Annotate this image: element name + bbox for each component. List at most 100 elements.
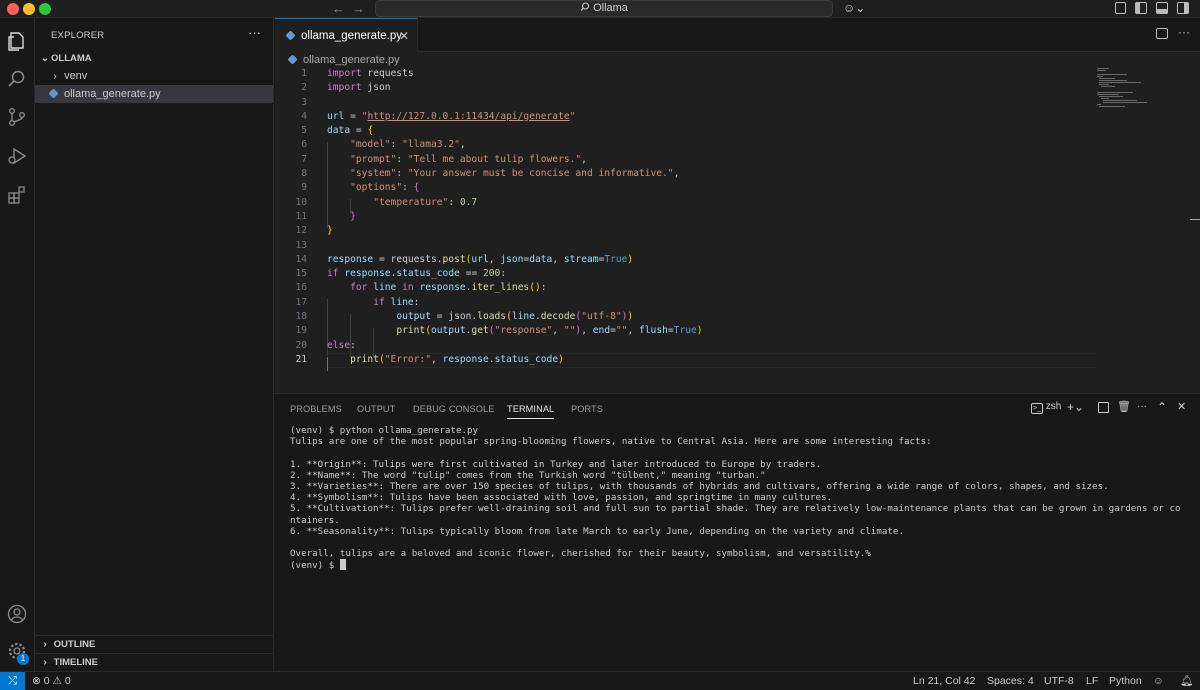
copilot-status-icon[interactable]: ☺ [1153,672,1164,690]
warning-count: 0 [64,675,71,687]
code-line: response = requests.post(url, json=data,… [327,253,634,265]
terminal-line: Overall, tulips are a beloved and iconic… [290,548,871,560]
customize-layout-icon[interactable] [1115,2,1126,14]
code-line: data = { [327,125,374,137]
tree-item-venv[interactable]: › venv [35,67,273,85]
error-icon: ⊗ [32,675,41,687]
code-line: print(output.get("response", ""), end=""… [396,325,703,337]
close-panel-icon[interactable]: ✕ [1177,400,1186,413]
more-actions-icon[interactable]: ··· [248,25,261,40]
run-debug-icon[interactable] [6,145,28,167]
shell-name: zsh [1045,401,1062,412]
code-line: } [350,210,356,222]
close-window-button[interactable] [7,3,19,15]
terminal-line: (venv) $ [290,559,1195,571]
code-line: "model": "llama3.2", [350,139,466,151]
minimap[interactable] [1095,67,1185,107]
remote-indicator-icon[interactable]: ⤮ [0,672,25,690]
command-center-search[interactable]: Ollama [375,0,833,17]
python-file-icon [48,88,59,99]
code-line: "options": { [350,182,420,194]
code-line: import json [327,82,391,94]
split-terminal-icon[interactable] [1098,402,1109,413]
code-line: "temperature": 0.7 [373,196,478,208]
code-line: if line: [373,296,420,308]
breadcrumb-file: ollama_generate.py [303,54,400,66]
chevron-right-icon: › [53,71,57,82]
bottom-panel: PROBLEMS OUTPUT DEBUG CONSOLE TERMINAL P… [275,393,1200,671]
editor-area: ollama_generate.py ✕ ··· ollama_generate… [275,18,1200,393]
code-editor[interactable]: 1 import requests 2 import json 3 4 url = "… [275,67,1095,367]
tab-terminal[interactable]: TERMINAL [507,402,555,419]
tab-output[interactable]: OUTPUT [357,402,395,416]
tab-ollama-generate-py[interactable]: ollama_generate.py ✕ [275,18,418,52]
python-file-icon [285,30,296,41]
forward-arrow-icon[interactable]: → [352,0,365,17]
toggle-secondary-sidebar-icon[interactable] [1177,2,1189,14]
search-view-icon[interactable] [6,68,28,90]
title-bar: ← → Ollama ☺⌄ [0,0,1200,18]
workspace-folder-ollama[interactable]: ⌄ OLLAMA [35,50,273,68]
code-line: } [327,225,333,237]
problems-status[interactable]: ⊗ 0 ⚠ 0 [32,672,71,690]
close-tab-icon[interactable]: ✕ [399,19,409,53]
tab-ports[interactable]: PORTS [571,402,603,416]
cursor-position[interactable]: Ln 21, Col 42 [913,672,975,690]
terminal-shell-selector[interactable]: >_ zsh [1031,401,1061,414]
terminal-line: 3. **Varieties**: There are over 150 spe… [290,480,1109,492]
tree-item-label: venv [64,70,88,82]
tab-debug-console[interactable]: DEBUG CONSOLE [413,402,494,416]
language-mode[interactable]: Python [1109,672,1142,690]
tab-problems[interactable]: PROBLEMS [290,402,342,416]
code-line: if response.status_code == 200: [327,268,507,280]
breadcrumb[interactable]: ollama_generate.py [287,53,400,67]
maximize-panel-icon[interactable]: ⌃ [1157,400,1167,414]
chevron-right-icon: › [43,639,47,650]
terminal-icon: >_ [1031,403,1043,414]
timeline-label: TIMELINE [53,657,98,668]
terminal-line: 5. **Cultivation**: Tulips prefer well-d… [290,503,1181,515]
indentation[interactable]: Spaces: 4 [987,672,1034,690]
terminal-line: ntainers. [290,514,340,526]
accounts-icon[interactable] [6,603,28,625]
end-of-line[interactable]: LF [1086,672,1098,690]
outline-label: OUTLINE [53,639,96,650]
code-line: output = json.loads(line.decode("utf-8")… [396,311,634,323]
source-control-icon[interactable] [6,106,28,128]
python-file-icon [287,54,298,65]
warning-icon: ⚠ [52,675,62,687]
editor-more-actions-icon[interactable]: ··· [1178,25,1190,39]
code-line: import requests [327,68,414,79]
notifications-bell-icon[interactable]: 🔔︎ [1180,672,1193,690]
terminal-line: 4. **Symbolism**: Tulips have been assoc… [290,492,833,504]
back-arrow-icon[interactable]: ← [332,0,345,17]
copilot-icon[interactable]: ☺⌄ [843,1,865,15]
accounts-badge: 1 [17,653,29,665]
terminal-line: 2. **Name**: The word "tulip" comes from… [290,469,766,481]
new-terminal-icon[interactable]: +⌄ [1067,400,1084,414]
timeline-section[interactable]: › TIMELINE [35,653,273,671]
code-line: "system": "Your answer must be concise a… [350,168,680,180]
minimize-window-button[interactable] [23,3,35,15]
tree-item-ollama-generate-py[interactable]: ollama_generate.py [35,85,273,103]
activity-bar: 1 [0,18,35,671]
maximize-window-button[interactable] [39,3,51,15]
toggle-panel-icon[interactable] [1156,2,1168,14]
toggle-primary-sidebar-icon[interactable] [1135,2,1147,14]
encoding[interactable]: UTF-8 [1044,672,1074,690]
chevron-down-icon: ⌄ [40,53,50,64]
more-actions-icon[interactable]: ··· [1137,401,1147,412]
explorer-header: EXPLORER [51,30,105,41]
tree-item-label: ollama_generate.py [64,88,161,100]
split-editor-icon[interactable] [1156,28,1168,39]
terminal-output[interactable]: (venv) $ python ollama_generate.py Tulips… [290,425,1195,571]
trash-icon[interactable]: 🗑 [1117,400,1131,413]
explorer-sidebar: EXPLORER ··· ⌄ OLLAMA › venv ollama_gener… [35,18,274,671]
code-line: url = "http://127.0.0.1:11434/api/genera… [327,110,576,122]
explorer-icon[interactable] [6,30,28,52]
extensions-icon[interactable] [6,184,28,206]
outline-section[interactable]: › OUTLINE [35,635,273,653]
command-center-label: Ollama [593,2,628,14]
